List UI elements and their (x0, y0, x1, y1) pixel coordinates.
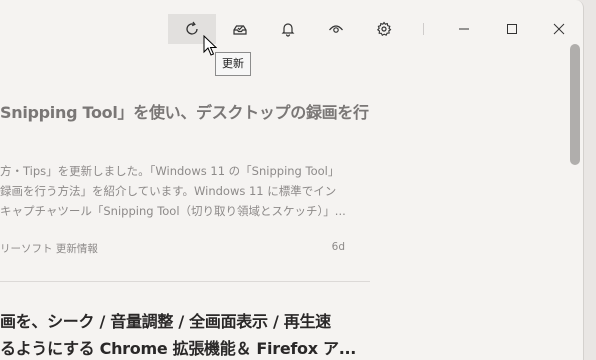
maximize-button[interactable] (488, 14, 536, 44)
summary-line: 方・Tips」を更新しました。「Windows 11 の「Snipping To… (0, 164, 340, 178)
article-title[interactable]: Snipping Tool」を使い、デスクトップの録画を行 (0, 99, 370, 123)
refresh-tooltip: 更新 (215, 52, 251, 76)
maximize-icon (507, 24, 517, 34)
summary-line: キャプチャツール「Snipping Tool（切り取り領域とスケッチ）」... (0, 204, 345, 218)
title-line: るようにする Chrome 拡張機能＆ Firefox ア... (0, 339, 357, 358)
article-title[interactable]: 画を、シーク / 音量調整 / 全画面表示 / 再生速 るようにする Chrom… (0, 308, 370, 360)
view-button[interactable] (312, 14, 360, 44)
refresh-icon (186, 21, 198, 35)
summary-line: 録画を行う方法」を紹介しています。Windows 11 に標準でイン (0, 184, 337, 198)
article-meta: リーソフト 更新情報 6d (0, 241, 345, 256)
settings-button[interactable] (360, 14, 408, 44)
eye-icon (329, 25, 343, 33)
vertical-scrollbar[interactable] (568, 44, 582, 360)
close-button[interactable] (535, 14, 583, 44)
bell-icon (281, 23, 295, 37)
gear-icon (376, 21, 392, 36)
close-icon (553, 23, 565, 35)
article-divider (0, 281, 370, 282)
article-list: Snipping Tool」を使い、デスクトップの録画を行 方・Tips」を更新… (0, 44, 370, 360)
notifications-button[interactable] (264, 14, 312, 44)
reader-window: Snipping Tool」を使い、デスクトップの録画を行 方・Tips」を更新… (0, 0, 584, 360)
scrollbar-thumb[interactable] (570, 44, 580, 165)
article-source[interactable]: リーソフト 更新情報 (0, 243, 98, 255)
toolbar-separator (423, 23, 424, 35)
mark-read-button[interactable] (216, 14, 264, 44)
article-summary: 方・Tips」を更新しました。「Windows 11 の「Snipping To… (0, 161, 345, 221)
title-line: 画を、シーク / 音量調整 / 全画面表示 / 再生速 (0, 312, 331, 331)
inbox-icon (233, 25, 247, 35)
minimize-icon (459, 28, 469, 30)
mouse-cursor-icon (203, 35, 217, 56)
title-bar (0, 0, 583, 44)
article-age: 6d (331, 241, 345, 253)
minimize-button[interactable] (440, 14, 488, 44)
